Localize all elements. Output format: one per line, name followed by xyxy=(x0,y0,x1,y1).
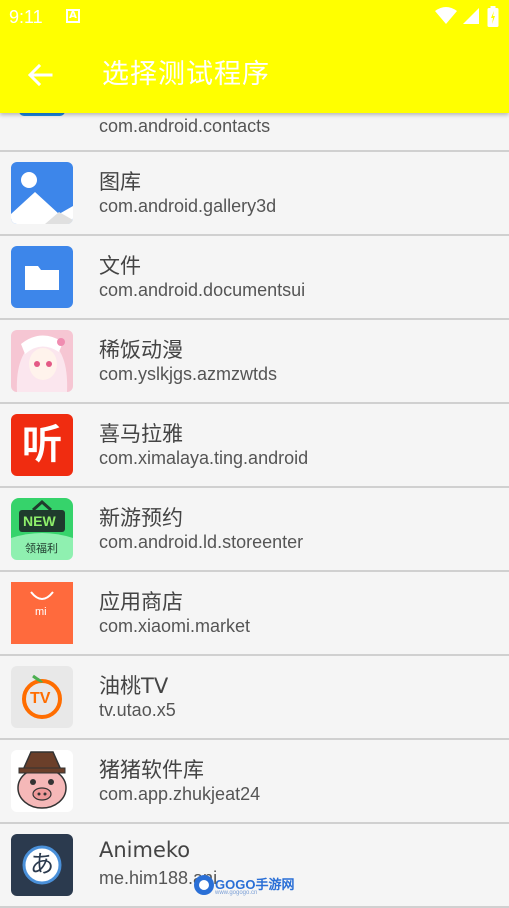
app-name: 稀饭动漫 xyxy=(99,338,183,362)
list-item[interactable]: 猪猪软件库 com.app.zhukjeat24 xyxy=(0,740,509,824)
ximalaya-glyph: 听 xyxy=(22,422,62,468)
mi-store-icon: mi xyxy=(11,582,73,644)
app-package: com.android.ld.storeenter xyxy=(99,532,304,552)
gogo-logo-icon xyxy=(194,875,214,895)
app-package: com.android.contacts xyxy=(99,116,271,136)
watermark-logo: GOGO手游网 www.gogogo.cn xyxy=(193,870,303,900)
app-name: 图库 xyxy=(99,170,141,194)
page-title: 选择测试程序 xyxy=(102,59,270,90)
list-item[interactable]: 文件 com.android.documentsui xyxy=(0,236,509,320)
battery-icon xyxy=(487,6,499,27)
ximalaya-icon: 听 xyxy=(11,414,73,476)
watermark-sub: www.gogogo.cn xyxy=(215,890,258,896)
animeko-icon: あ xyxy=(11,834,73,896)
list-item[interactable]: NEW 领福利 新游预约 com.android.ld.storeenter xyxy=(0,488,509,572)
app-name: 文件 xyxy=(99,254,141,278)
folder-icon xyxy=(11,246,73,308)
new-games-icon: NEW 领福利 xyxy=(11,498,73,560)
arrow-left-icon xyxy=(27,63,53,87)
app-package: com.android.gallery3d xyxy=(99,196,277,216)
app-name: 应用商店 xyxy=(99,590,183,614)
pig-icon xyxy=(11,750,73,812)
anime-girl-icon xyxy=(11,330,73,392)
app-package: com.app.zhukjeat24 xyxy=(99,784,261,804)
app-package: com.android.documentsui xyxy=(99,280,306,300)
app-name: Animeko xyxy=(99,838,191,862)
app-list[interactable]: com.android.contacts 图库 com.android.gall… xyxy=(0,76,509,908)
wifi-icon xyxy=(435,7,457,24)
tv-text: TV xyxy=(30,690,51,707)
list-item[interactable]: TV 油桃TV tv.utao.x5 xyxy=(0,656,509,740)
app-name: 新游预约 xyxy=(99,506,183,530)
new-badge-text: NEW xyxy=(23,513,56,529)
app-package: com.xiaomi.market xyxy=(99,616,251,636)
utao-tv-icon: TV xyxy=(11,666,73,728)
notification-icon: A xyxy=(66,9,80,23)
app-package: com.ximalaya.ting.android xyxy=(99,448,309,468)
list-item[interactable]: 听 喜马拉雅 com.ximalaya.ting.android xyxy=(0,404,509,488)
list-item[interactable]: mi 应用商店 com.xiaomi.market xyxy=(0,572,509,656)
status-bar: 9:11 A xyxy=(0,0,509,34)
list-item[interactable]: 稀饭动漫 com.yslkjgs.azmzwtds xyxy=(0,320,509,404)
app-package: com.yslkjgs.azmzwtds xyxy=(99,364,278,384)
back-button[interactable] xyxy=(18,55,62,95)
new-sub-text: 领福利 xyxy=(25,542,58,555)
app-package: tv.utao.x5 xyxy=(99,700,176,720)
status-time: 9:11 xyxy=(9,7,43,27)
list-item[interactable]: 图库 com.android.gallery3d xyxy=(0,152,509,236)
animeko-glyph: あ xyxy=(30,850,54,878)
signal-icon xyxy=(463,8,479,24)
app-name: 猪猪软件库 xyxy=(99,758,204,782)
app-bar: 9:11 A 选择测试程序 xyxy=(0,0,509,113)
gallery-icon xyxy=(11,162,73,224)
app-name: 喜马拉雅 xyxy=(99,422,183,446)
app-name: 油桃TV xyxy=(99,674,169,698)
mi-text: mi xyxy=(35,606,47,618)
